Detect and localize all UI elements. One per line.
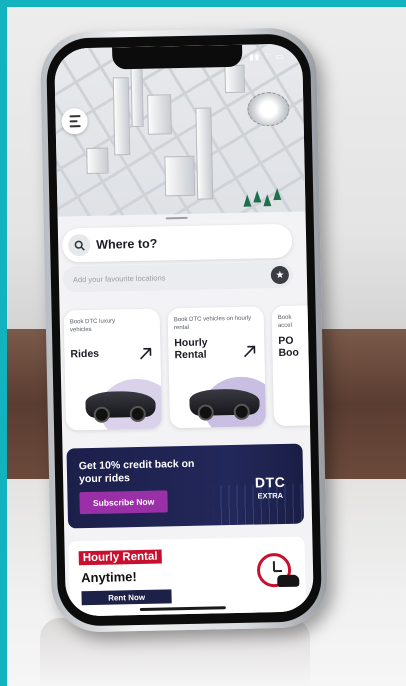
rental-tag: Hourly Rental xyxy=(78,549,162,566)
map-building xyxy=(224,64,246,94)
landmark-dome xyxy=(247,91,290,127)
service-card-rides[interactable]: Book DTC luxury vehicles Rides xyxy=(63,308,163,431)
teal-frame-left xyxy=(0,0,7,686)
menu-button[interactable] xyxy=(61,107,88,135)
service-cards: Book DTC luxury vehicles Rides Book DTC … xyxy=(63,304,314,431)
card-title: Hourly Rental xyxy=(174,336,208,362)
rent-now-button[interactable]: Rent Now xyxy=(81,589,172,606)
add-favourite-star-icon[interactable]: ★ xyxy=(270,265,290,285)
search-label: Where to? xyxy=(96,236,158,252)
map-building xyxy=(147,94,172,135)
map-building xyxy=(112,77,131,156)
car-image xyxy=(85,390,156,419)
card-subtitle: Book DTC luxury vehicles xyxy=(69,318,116,334)
service-card-partial[interactable]: Book accel PO Boo xyxy=(271,304,314,427)
favourite-locations-hint: Add your favourite locations xyxy=(72,272,166,284)
card-subtitle: Book DTC vehicles on hourly rental xyxy=(173,315,252,332)
hourly-rental-banner[interactable]: Hourly Rental Anytime! Rent Now xyxy=(68,536,307,617)
subscribe-now-button[interactable]: Subscribe Now xyxy=(79,490,168,515)
brand-line-1: DTC xyxy=(254,473,286,491)
map-building xyxy=(195,107,214,200)
phone-notch xyxy=(112,44,243,70)
car-icon xyxy=(277,574,300,588)
hamburger-icon xyxy=(68,115,81,118)
card-title: PO Boo xyxy=(278,334,300,360)
hamburger-icon xyxy=(69,120,78,123)
phone-mockup: ▮▮ ⌔ ▭ Where to? Add your favourite loca… xyxy=(39,27,329,633)
search-icon xyxy=(67,233,91,257)
dtc-extra-logo: DTC EXTRA xyxy=(255,474,286,501)
tree-icon xyxy=(253,190,262,203)
promo-banner[interactable]: Get 10% credit back on your rides Subscr… xyxy=(66,443,305,529)
promo-title: Get 10% credit back on your rides xyxy=(78,457,195,486)
app-screen: ▮▮ ⌔ ▭ Where to? Add your favourite loca… xyxy=(54,43,314,617)
bottom-sheet-handle[interactable] xyxy=(165,216,188,220)
tree-icon xyxy=(243,194,252,207)
rental-title: Anytime! xyxy=(81,569,137,586)
status-bar-icons: ▮▮ ⌔ ▭ xyxy=(249,51,285,62)
map-building xyxy=(86,147,109,175)
favourite-locations-row[interactable]: Add your favourite locations ★ xyxy=(62,261,294,293)
brand-line-2: EXTRA xyxy=(257,490,284,501)
search-input[interactable]: Where to? xyxy=(61,223,293,263)
map-building xyxy=(164,155,196,197)
teal-frame-top xyxy=(0,0,406,7)
card-subtitle: Book accel xyxy=(277,314,293,330)
city-map[interactable] xyxy=(54,43,306,217)
tree-icon xyxy=(273,187,282,201)
phone-bezel: ▮▮ ⌔ ▭ Where to? Add your favourite loca… xyxy=(45,33,323,627)
hamburger-icon xyxy=(69,125,81,128)
tree-icon xyxy=(263,194,272,207)
arrow-up-right-icon xyxy=(140,347,152,360)
arrow-up-right-icon xyxy=(243,345,256,358)
car-image xyxy=(189,388,260,416)
service-card-hourly-rental[interactable]: Book DTC vehicles on hourly rental Hourl… xyxy=(167,306,267,429)
